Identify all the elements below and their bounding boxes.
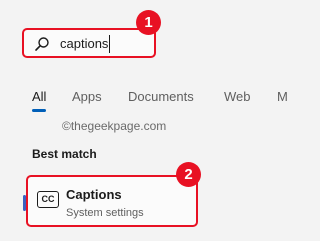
tab-all[interactable]: All (32, 89, 46, 105)
tab-apps[interactable]: Apps (72, 89, 102, 105)
filter-tabs: All Apps Documents Web M (32, 89, 292, 113)
step-1-badge: 1 (136, 10, 161, 35)
result-title: Captions (66, 187, 122, 202)
active-tab-indicator (32, 109, 46, 112)
closed-captions-icon: CC (37, 191, 59, 208)
selection-indicator (23, 195, 26, 211)
search-box[interactable]: captions (22, 28, 156, 58)
result-captions[interactable]: CC Captions System settings (23, 175, 198, 227)
watermark: ©thegeekpage.com (62, 119, 167, 133)
tab-documents[interactable]: Documents (128, 89, 194, 105)
tab-web[interactable]: Web (224, 89, 251, 105)
section-heading: Best match (32, 147, 97, 161)
tab-more[interactable]: M (277, 89, 288, 105)
search-icon (35, 37, 49, 51)
search-input[interactable]: captions (60, 35, 111, 53)
result-subtitle: System settings (66, 207, 144, 219)
step-2-badge: 2 (176, 162, 201, 187)
